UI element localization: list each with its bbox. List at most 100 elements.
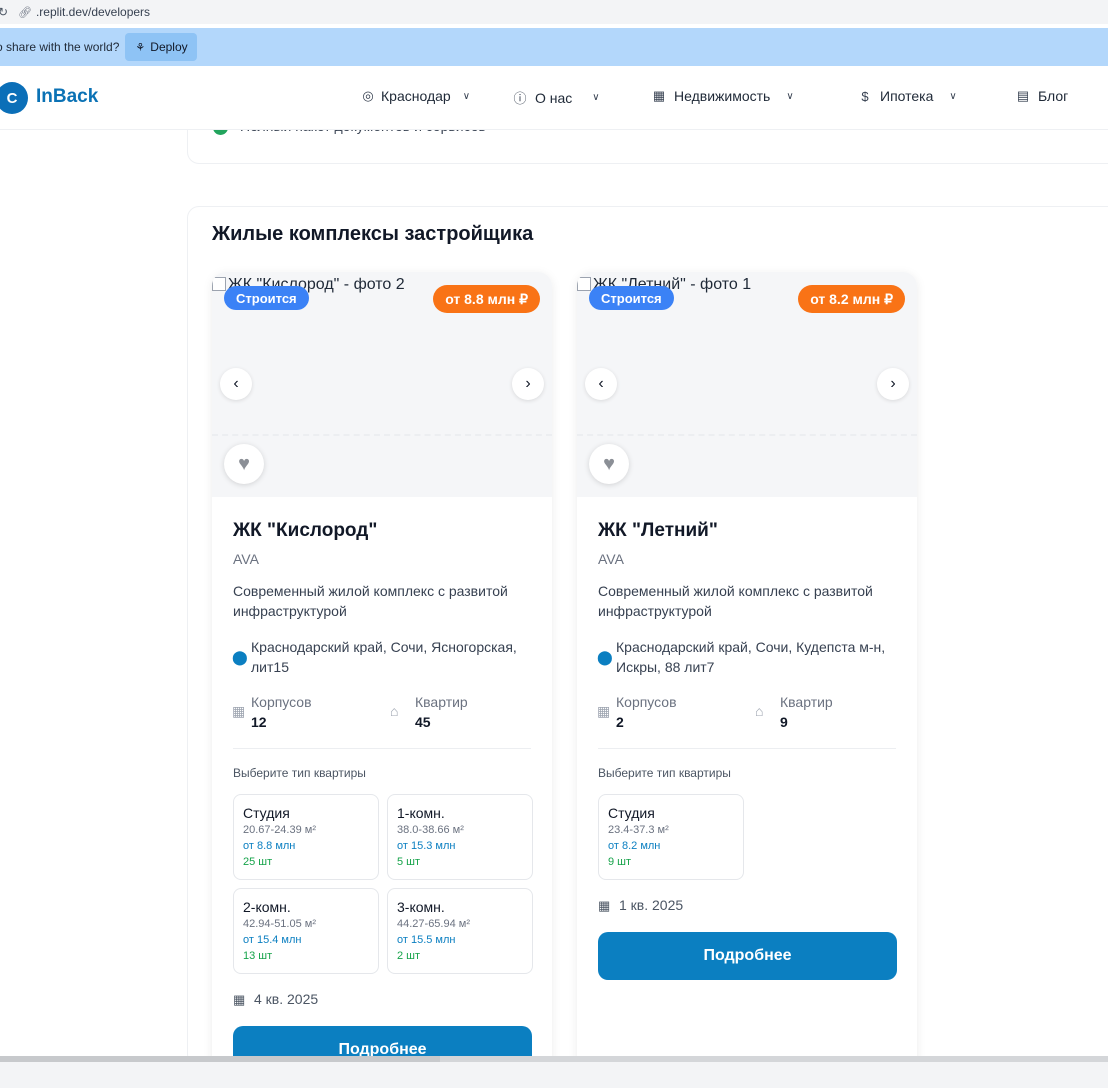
complex-photo[interactable]: ЖК "Летний" - фото 1 Строится от 8.2 млн… [577,272,917,497]
building-icon: ▦ [232,703,246,719]
nav-label: Блог [1038,88,1069,104]
complex-card: ЖК "Летний" - фото 1 Строится от 8.2 млн… [577,272,917,1072]
chevron-down-icon: ∨ [462,90,471,102]
location-pin-icon: ◎ [362,88,374,103]
chevron-left-icon[interactable]: ‹ [220,368,252,400]
complex-card: ЖК "Кислород" - фото 2 Строится от 8.8 м… [212,272,552,1072]
photo-divider [212,434,552,436]
card-divider [598,748,896,749]
apartment-type-count: 5 шт [397,856,421,868]
apartment-type-area: 42.94-51.05 м² [243,918,316,930]
apartment-type-price: от 8.2 млн [608,840,661,852]
buildings-label: Корпусов [616,694,677,710]
scrollbar-thumb[interactable] [0,1056,440,1062]
broken-image-icon [577,277,591,291]
replit-banner: o share with the world? ⚘ Deploy [0,28,1108,66]
price-badge: от 8.2 млн ₽ [798,285,905,313]
complex-photo[interactable]: ЖК "Кислород" - фото 2 Строится от 8.8 м… [212,272,552,497]
site-header: C InBack ◎ Краснодар ∨ ⓘ О нас ∨ ▦ Недви… [0,66,1108,130]
heart-icon[interactable]: ♥ [589,444,629,484]
apartment-type-title: Студия [243,805,290,821]
logo-icon[interactable]: C [0,82,28,114]
completion-date: 4 кв. 2025 [254,991,319,1007]
apartment-type-title: 1-комн. [397,805,445,821]
complex-address: Краснодарский край, Сочи, Кудепста м-н, … [616,639,886,675]
apartment-type-count: 13 шт [243,950,273,962]
apartment-type-price: от 15.3 млн [397,840,456,852]
developer-name: AVA [233,551,259,567]
apartment-type-count: 25 шт [243,856,273,868]
reload-icon[interactable]: ↻ [0,5,10,19]
details-button[interactable]: Подробнее [598,932,897,980]
complex-name[interactable]: ЖК "Летний" [598,520,718,542]
status-badge: Строится [589,286,674,310]
nav-label: Недвижимость [674,88,771,104]
complex-description: Современный жилой комплекс с развитой ин… [233,583,508,619]
dollar-icon: $ [861,88,869,104]
chevron-down-icon: ∨ [786,90,794,102]
location-pin-icon: ⬤ [232,649,248,665]
apartment-type-option[interactable]: 3-комн. 44.27-65.94 м² от 15.5 млн 2 шт [387,888,533,974]
apartment-type-area: 38.0-38.66 м² [397,824,464,836]
apartment-type-option[interactable]: Студия 20.67-24.39 м² от 8.8 млн 25 шт [233,794,379,880]
buildings-value: 2 [616,714,624,730]
nav-label: Краснодар [381,88,451,104]
buildings-value: 12 [251,714,267,730]
house-icon: ⌂ [755,703,764,719]
completion-date: 1 кв. 2025 [619,897,684,913]
buildings-label: Корпусов [251,694,312,710]
apartment-type-title: 3-комн. [397,899,445,915]
apartment-type-count: 2 шт [397,950,421,962]
apartment-type-area: 44.27-65.94 м² [397,918,470,930]
choose-apartment-label: Выберите тип квартиры [598,766,731,780]
nav-label: Ипотека [880,88,934,104]
browser-address-bar: ↻ 🔗︎ .replit.dev/developers [0,0,1108,24]
apartment-type-area: 20.67-24.39 м² [243,824,316,836]
apartment-type-count: 9 шт [608,856,632,868]
link-icon: 🔗︎ [18,6,32,19]
address-url[interactable]: .replit.dev/developers [36,5,150,19]
newspaper-icon: ▤ [1016,88,1030,103]
apartments-value: 45 [415,714,431,730]
apartment-type-option[interactable]: Студия 23.4-37.3 м² от 8.2 млн 9 шт [598,794,744,880]
apartment-type-option[interactable]: 1-комн. 38.0-38.66 м² от 15.3 млн 5 шт [387,794,533,880]
calendar-icon: ▦ [598,898,611,913]
apartment-type-price: от 15.4 млн [243,934,302,946]
nav-label: О нас [535,89,573,106]
chevron-right-icon[interactable]: › [877,368,909,400]
nav-city-selector[interactable]: ◎ Краснодар ∨ [361,88,470,104]
broken-image-icon [212,277,226,291]
apartment-type-title: Студия [608,805,655,821]
nav-realty[interactable]: ▦ Недвижимость ∨ [652,88,794,104]
apartments-label: Квартир [780,694,833,710]
nav-mortgage[interactable]: $ Ипотека ∨ [858,88,957,104]
price-badge: от 8.8 млн ₽ [433,285,540,313]
house-icon: ⌂ [390,703,399,719]
calendar-icon: ▦ [233,992,246,1007]
chevron-left-icon[interactable]: ‹ [585,368,617,400]
developer-name: AVA [598,551,624,567]
chevron-down-icon: ∨ [949,90,957,102]
apartment-type-price: от 8.8 млн [243,840,296,852]
complex-name[interactable]: ЖК "Кислород" [233,520,377,542]
photo-divider [577,434,917,436]
apartment-type-price: от 15.5 млн [397,934,456,946]
banner-text: o share with the world? [0,40,120,54]
apartment-type-option[interactable]: 2-комн. 42.94-51.05 м² от 15.4 млн 13 шт [233,888,379,974]
complex-address: Краснодарский край, Сочи, Ясногорская, л… [251,639,517,675]
apartment-type-area: 23.4-37.3 м² [608,824,669,836]
apartments-label: Квартир [415,694,468,710]
chevron-right-icon[interactable]: › [512,368,544,400]
deploy-button[interactable]: ⚘ Deploy [125,33,197,61]
status-badge: Строится [224,286,309,310]
logo-text[interactable]: InBack [36,86,98,108]
nav-blog[interactable]: ▤ Блог [1016,88,1068,104]
deploy-icon: ⚘ [135,41,146,54]
card-divider [233,748,531,749]
info-icon: ⓘ [513,91,527,106]
heart-icon[interactable]: ♥ [224,444,264,484]
choose-apartment-label: Выберите тип квартиры [233,766,366,780]
apartments-value: 9 [780,714,788,730]
nav-about[interactable]: ⓘ О нас ∨ [513,88,599,107]
complex-description: Современный жилой комплекс с развитой ин… [598,583,873,619]
